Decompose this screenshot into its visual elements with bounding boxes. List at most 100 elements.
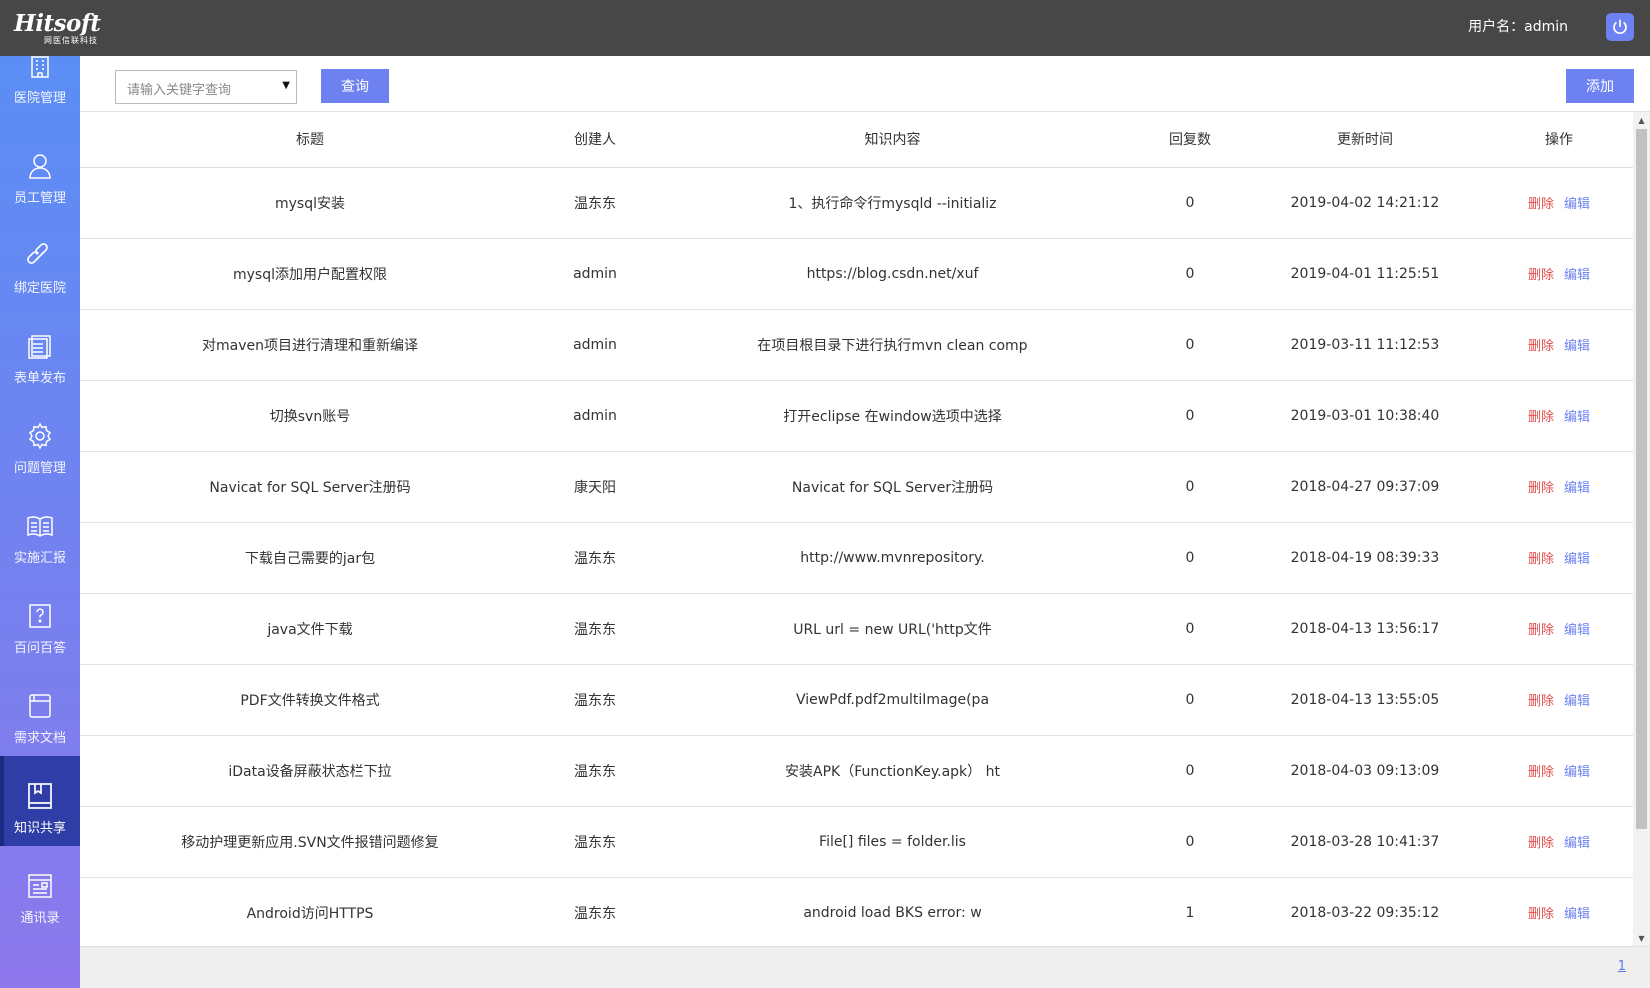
- logout-button[interactable]: [1606, 13, 1634, 41]
- sidebar-item-label: 员工管理: [13, 191, 66, 206]
- sidebar-item-label: 绑定医院: [13, 281, 66, 296]
- delete-link[interactable]: 删除: [1528, 339, 1554, 354]
- sidebar-item-reports[interactable]: 实施汇报: [0, 486, 80, 576]
- edit-link[interactable]: 编辑: [1564, 765, 1590, 780]
- cell-creator: 温东东: [540, 735, 650, 807]
- cell-creator: 温东东: [540, 877, 650, 946]
- column-header-replies: 回复数: [1135, 112, 1245, 168]
- delete-link[interactable]: 删除: [1528, 623, 1554, 638]
- form-icon: [28, 335, 51, 359]
- cell-updated: 2018-04-03 09:13:09: [1245, 735, 1485, 807]
- edit-link[interactable]: 编辑: [1564, 836, 1590, 851]
- cell-content: http://www.mvnrepository.: [650, 522, 1135, 594]
- sidebar-item-staff[interactable]: 员工管理: [0, 126, 80, 216]
- delete-link[interactable]: 删除: [1528, 552, 1554, 567]
- delete-link[interactable]: 删除: [1528, 836, 1554, 851]
- delete-link[interactable]: 删除: [1528, 481, 1554, 496]
- cell-replies: 0: [1135, 451, 1245, 523]
- search-input[interactable]: 请输入关键字查询 ▼: [115, 70, 297, 104]
- cell-updated: 2019-04-01 11:25:51: [1245, 238, 1485, 310]
- cell-title: 对maven项目进行清理和重新编译: [80, 309, 540, 381]
- logo-subtext: 网医信联科技: [44, 36, 98, 45]
- edit-link[interactable]: 编辑: [1564, 197, 1590, 212]
- edit-link[interactable]: 编辑: [1564, 268, 1590, 283]
- cell-creator: admin: [540, 238, 650, 310]
- sidebar-item-knowledge-sharing[interactable]: 知识共享: [0, 756, 80, 846]
- sidebar-item-issues[interactable]: 问题管理: [0, 396, 80, 486]
- cell-actions: 删除 编辑: [1485, 309, 1633, 381]
- column-header-actions: 操作: [1485, 112, 1633, 168]
- delete-link[interactable]: 删除: [1528, 694, 1554, 709]
- sidebar-item-label: 通讯录: [20, 911, 60, 926]
- sidebar-item-label: 知识共享: [13, 821, 66, 836]
- document-icon: [29, 694, 51, 718]
- table-row: PDF文件转换文件格式 温东东 ViewPdf.pdf2multiImage(p…: [80, 664, 1633, 736]
- power-icon: [1613, 19, 1627, 34]
- edit-link[interactable]: 编辑: [1564, 694, 1590, 709]
- add-button[interactable]: 添加: [1566, 69, 1634, 103]
- sidebar: 医院管理 员工管理 绑定医院 表单发布 问题管理 实施汇报 百问百答 需求文档 …: [0, 56, 80, 988]
- cell-content: ViewPdf.pdf2multiImage(pa: [650, 664, 1135, 736]
- delete-link[interactable]: 删除: [1528, 907, 1554, 922]
- sidebar-item-label: 表单发布: [13, 371, 66, 386]
- scrollbar-thumb[interactable]: [1636, 129, 1647, 829]
- edit-link[interactable]: 编辑: [1564, 410, 1590, 425]
- search-placeholder: 请输入关键字查询: [127, 83, 232, 98]
- sidebar-item-bind-hospital[interactable]: 绑定医院: [0, 216, 80, 306]
- cell-updated: 2018-03-22 09:35:12: [1245, 877, 1485, 946]
- cell-updated: 2019-03-11 11:12:53: [1245, 309, 1485, 381]
- link-icon: [27, 243, 48, 264]
- table-row: 移动护理更新应用.SVN文件报错问题修复 温东东 File[] files = …: [80, 806, 1633, 878]
- scroll-up-icon[interactable]: ▲: [1633, 112, 1650, 128]
- scroll-down-icon[interactable]: ▼: [1633, 930, 1650, 946]
- cell-replies: 0: [1135, 380, 1245, 452]
- cell-actions: 删除 编辑: [1485, 877, 1633, 946]
- edit-link[interactable]: 编辑: [1564, 907, 1590, 922]
- sidebar-item-form-publish[interactable]: 表单发布: [0, 306, 80, 396]
- cell-replies: 0: [1135, 522, 1245, 594]
- table-row: 对maven项目进行清理和重新编译 admin 在项目根目录下进行执行mvn c…: [80, 309, 1633, 381]
- edit-link[interactable]: 编辑: [1564, 481, 1590, 496]
- cell-creator: 温东东: [540, 522, 650, 594]
- cell-actions: 删除 编辑: [1485, 522, 1633, 594]
- search-button[interactable]: 查询: [321, 69, 389, 103]
- page-link-current[interactable]: 1: [1618, 959, 1626, 974]
- cell-content: File[] files = folder.lis: [650, 806, 1135, 878]
- table-row: 切换svn账号 admin 打开eclipse 在window选项中选择 0 2…: [80, 380, 1633, 452]
- column-header-creator: 创建人: [540, 112, 650, 168]
- cell-actions: 删除 编辑: [1485, 451, 1633, 523]
- book-icon: [27, 516, 53, 537]
- cell-creator: 温东东: [540, 167, 650, 239]
- delete-link[interactable]: 删除: [1528, 197, 1554, 212]
- cell-updated: 2018-04-13 13:55:05: [1245, 664, 1485, 736]
- logo-text: Hitsoft: [14, 10, 101, 37]
- cell-actions: 删除 编辑: [1485, 664, 1633, 736]
- cell-replies: 0: [1135, 664, 1245, 736]
- cell-actions: 删除 编辑: [1485, 593, 1633, 665]
- sidebar-item-label: 百问百答: [13, 641, 66, 656]
- user-icon: [29, 154, 51, 179]
- cell-replies: 0: [1135, 309, 1245, 381]
- cell-updated: 2018-03-28 10:41:37: [1245, 806, 1485, 878]
- sidebar-item-requirements[interactable]: 需求文档: [0, 666, 80, 756]
- edit-link[interactable]: 编辑: [1564, 339, 1590, 354]
- sidebar-item-hospital[interactable]: 医院管理: [0, 56, 80, 116]
- cell-content: https://blog.csdn.net/xuf: [650, 238, 1135, 310]
- cell-title: 下载自己需要的jar包: [80, 522, 540, 594]
- table-header-row: 标题 创建人 知识内容 回复数 更新时间 操作: [80, 112, 1633, 168]
- cell-title: PDF文件转换文件格式: [80, 664, 540, 736]
- edit-link[interactable]: 编辑: [1564, 623, 1590, 638]
- cell-updated: 2018-04-13 13:56:17: [1245, 593, 1485, 665]
- delete-link[interactable]: 删除: [1528, 765, 1554, 780]
- edit-link[interactable]: 编辑: [1564, 552, 1590, 567]
- sidebar-item-contacts[interactable]: 通讯录: [0, 846, 80, 936]
- delete-link[interactable]: 删除: [1528, 410, 1554, 425]
- table-scrollbar[interactable]: ▲ ▼: [1633, 112, 1650, 946]
- knowledge-table-container: 标题 创建人 知识内容 回复数 更新时间 操作 mysql安装 温东东 1、执行…: [80, 112, 1633, 946]
- column-header-title: 标题: [80, 112, 540, 168]
- sidebar-item-qa[interactable]: 百问百答: [0, 576, 80, 666]
- delete-link[interactable]: 删除: [1528, 268, 1554, 283]
- cell-actions: 删除 编辑: [1485, 735, 1633, 807]
- table-row: Android访问HTTPS 温东东 android load BKS erro…: [80, 877, 1633, 946]
- cell-title: mysql添加用户配置权限: [80, 238, 540, 310]
